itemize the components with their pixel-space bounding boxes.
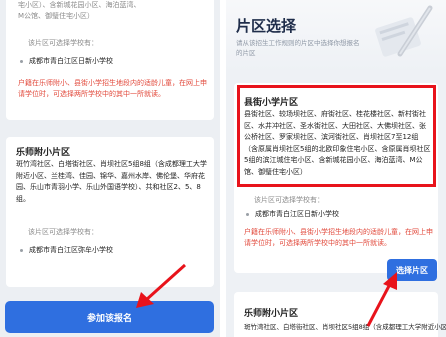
page-header: 片区选择 请从该招生工作规则的片区中选择你想报名的片区	[226, 0, 446, 72]
school-name: 成都市青白江区日新小学校	[29, 57, 113, 65]
school-header: 该片区可选择学校有：	[28, 228, 98, 236]
left-phone-screen: 宅小区）、含新城花园小区、海泊蓝湾、 M公馆、御璧住宅小区） 该片区可选择学校有…	[0, 0, 220, 337]
screenshot-stage: 宅小区）、含新城花园小区、海泊蓝湾、 M公馆、御璧住宅小区） 该片区可选择学校有…	[0, 0, 446, 337]
right-phone-screen: 片区选择 请从该招生工作规则的片区中选择你想报名的片区 县街小学片区 县街社区、…	[226, 0, 446, 337]
district-title: 乐师附小片区	[244, 309, 299, 319]
school-item: 成都市青白江区日新小学校	[246, 209, 339, 220]
district-desc: 斑竹湾社区、白塔街社区、肖坝社区5组8组（含成都理工大学附近小区）	[244, 323, 446, 331]
cutoff-text: 宅小区）、含新城花园小区、海泊蓝湾、	[18, 1, 141, 9]
school-name: 成都市青白江区弥牟小学校	[29, 246, 113, 254]
school-name: 成都市青白江区日新小学校	[255, 210, 339, 218]
page-subtitle: 请从该招生工作规则的片区中选择你想报名的片区	[236, 39, 360, 57]
district-title: 乐师附小片区	[16, 148, 71, 158]
district-card-leshi[interactable]: 乐师附小片区 斑竹湾社区、白塔街社区、肖坝社区5组8组（含成都理工大学附近小区）	[234, 292, 446, 337]
district-desc-end: M公馆、御璧住宅小区）	[18, 12, 95, 20]
bullet-icon	[20, 59, 23, 63]
bullet-icon	[20, 248, 23, 252]
school-header: 该片区可选择学校有：	[28, 39, 98, 47]
arrow-annotation-icon	[366, 272, 397, 327]
page-title: 片区选择	[236, 17, 297, 35]
pencil-illustration-icon	[375, 5, 433, 57]
district-card-xianjie[interactable]: 县街小学片区 县街社区、较场坝社区、府街社区、桂花楼社区、新村街社区、水井冲社区…	[234, 83, 438, 273]
enrollment-notice: 户籍在乐师附小、县街小学招生地段内的适龄儿童，在网上申请学位时，可选择两所学校中…	[244, 228, 433, 247]
enrollment-notice: 户籍在乐师附小、县街小学招生地段内的适龄儿童，在网上申请学位时，可选择两所学校中…	[18, 79, 207, 98]
bullet-icon	[246, 212, 249, 216]
district-card-top: 宅小区）、含新城花园小区、海泊蓝湾、 M公馆、御璧住宅小区） 该片区可选择学校有…	[6, 0, 214, 120]
arrow-annotation-icon	[136, 263, 187, 308]
highlight-box	[237, 85, 436, 187]
school-item: 成都市青白江区日新小学校	[20, 56, 113, 67]
district-desc: 斑竹湾社区、白塔街社区、肖坝社区5组8组（含成都理工大学附近小区、兰桂湾、佳园、…	[16, 160, 207, 203]
school-item: 成都市青白江区弥牟小学校	[20, 245, 113, 256]
school-header: 该片区可选择学校有：	[254, 196, 324, 204]
